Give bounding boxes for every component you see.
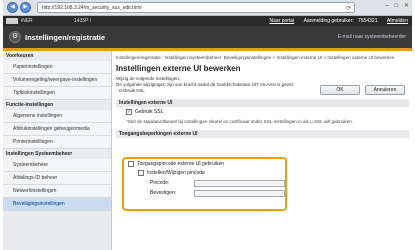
use-ssl-checkbox[interactable]: ✓ [126,109,132,115]
cancel-button[interactable]: Annuleren [365,85,405,95]
close-icon[interactable]: ✕ [404,3,409,9]
sidebar-item-paper[interactable]: Papierinstellingen [3,61,111,74]
pin-label: Pincode: [150,180,170,186]
window-controls: – □ ✕ [382,2,409,9]
sidebar-item-security[interactable]: Beveiligingsinstellingen [3,198,111,211]
app-title: Instellingen/registratie [25,33,106,42]
brand-logo [6,18,18,24]
portal-link[interactable]: Naar portal [269,18,294,24]
mail-admin-link[interactable]: E-mail naar systeembeheerder [338,34,406,40]
confirm-input[interactable] [193,189,285,197]
maximize-icon[interactable]: □ [395,3,399,9]
set-pin-label: Instellen/Wijzigen pincode [147,170,205,176]
user-id: 7654321 [358,18,378,24]
app-header: ⚙ Instellingen/registratie E-mail naar s… [3,26,412,51]
sidebar-item-printer[interactable]: Printerinstellingen [3,136,111,149]
confirm-field-row: Bevestigen: [124,187,285,197]
set-pin-checkbox[interactable] [138,170,144,176]
use-pin-row: Toegangspincode externe UI gebruiken [124,159,285,169]
browser-toolbar: ◀ ▶ http://192.168.3.24/rx_security_sus_… [3,0,412,16]
pin-input[interactable] [193,179,285,187]
settings-icon: ⚙ [9,31,21,43]
sidebar-item-volume[interactable]: Volumeregeling/weergave-instellingen [3,74,111,87]
main-content: Instellingen/registratie : Instellingen … [113,51,412,250]
sidebar-item-network[interactable]: Netwerkinstellingen [3,185,111,198]
use-ssl-row: ✓ Gebruik SSL [116,107,409,117]
url-text: http://192.168.3.24/rx_security_sus_edit… [42,5,142,11]
address-bar[interactable]: http://192.168.3.24/rx_security_sus_edit… [37,2,355,13]
use-pin-checkbox[interactable] [128,161,134,167]
user-login-label: Aanmelding gebruiker: [303,18,354,24]
sidebar-item-general[interactable]: Algemene instellingen [3,110,111,123]
section-pin: Toegangsbeperkingen externe UI [116,130,409,138]
section-external-ui: Instellingen externe UI [116,99,409,107]
sidebar-item-dept-id[interactable]: Afdelings-ID beheer [3,172,111,185]
refresh-icon[interactable]: ⟳ [346,4,351,12]
page-title: Instellingen externe UI bewerken [116,64,241,73]
device-model: iNER 1435P / [21,18,92,24]
back-arrow-icon[interactable]: ◀ [7,2,18,13]
sidebar: Voorkeuren Papierinstellingen Volumerege… [3,51,112,250]
sidebar-section: Voorkeuren [6,53,34,59]
device-bar: iNER 1435P / Naar portal Aanmelding gebr… [3,16,412,26]
sidebar-section: Functie-instellingen [6,102,54,108]
sidebar-item-media-print[interactable]: Afdrukinstellingen geheugenmedia [3,123,111,136]
pin-settings-highlight: Toegangspincode externe UI gebruiken Ins… [122,157,287,211]
sidebar-item-system[interactable]: Systeembeheer [3,159,111,172]
forward-arrow-icon[interactable]: ▶ [20,2,31,13]
ok-button[interactable]: OK [320,85,360,95]
confirm-label: Bevestigen: [150,190,177,196]
description: Wijzig de volgende instellingen. De volg… [116,76,295,93]
pin-field-row: Pincode: [124,177,285,187]
set-pin-row: Instellen/Wijzigen pincode [124,169,285,177]
logout-link[interactable]: Afmelden [387,18,408,24]
minimize-icon[interactable]: – [386,3,389,9]
ssl-note: *Stel de standaardsleutel bij Instelling… [126,119,354,124]
use-ssl-label: Gebruik SSL [135,109,164,115]
breadcrumb: Instellingen/registratie : Instellingen … [116,55,395,60]
sidebar-item-clock[interactable]: Tijdklokinstellingen [3,87,111,100]
sidebar-section: Instellingen Systeembeheer [6,151,73,157]
use-pin-label: Toegangspincode externe UI gebruiken [137,161,225,167]
device-links: Naar portal Aanmelding gebruiker: 765432… [261,16,408,26]
